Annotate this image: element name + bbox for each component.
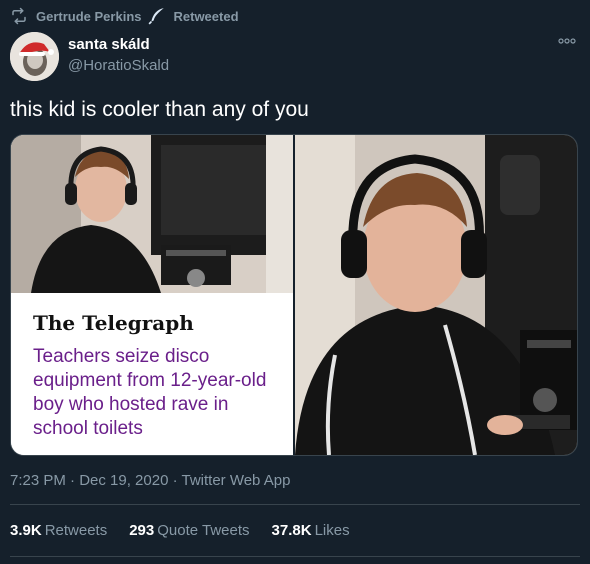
avatar[interactable] (10, 32, 59, 81)
tweet-text: this kid is cooler than any of you (10, 98, 309, 121)
media-image-right[interactable] (295, 135, 577, 455)
likes-count: 37.8K (271, 522, 312, 539)
divider (10, 556, 580, 557)
divider (10, 504, 580, 505)
retweets-count: 3.9K (10, 522, 42, 539)
media-image-left[interactable]: The Telegraph Teachers seize disco equip… (11, 135, 293, 455)
engagement-stats: 3.9K Retweets 293 Quote Tweets 37.8K Likes (10, 522, 372, 539)
tweet-media[interactable]: The Telegraph Teachers seize disco equip… (10, 134, 578, 456)
telegraph-caption: The Telegraph Teachers seize disco equip… (11, 293, 293, 455)
news-headline: Teachers seize disco equipment from 12-y… (33, 346, 267, 439)
author-display-name[interactable]: santa skáld (68, 36, 169, 53)
quote-tweets-stat[interactable]: 293 Quote Tweets (129, 522, 249, 539)
retweeted-label: Retweeted (173, 8, 239, 24)
quotes-label: Quote Tweets (157, 522, 250, 539)
boy-dj-photo (11, 135, 293, 293)
author-block: santa skáld @HoratioSkald (68, 36, 169, 74)
retweets-stat[interactable]: 3.9K Retweets (10, 522, 107, 539)
tweet-timestamp[interactable]: 7:23 PM · Dec 19, 2020 · Twitter Web App (10, 472, 290, 489)
more-options-icon[interactable] (558, 36, 576, 46)
retweets-label: Retweets (44, 522, 108, 539)
author-handle[interactable]: @HoratioSkald (68, 57, 169, 74)
telegraph-masthead: The Telegraph (33, 311, 194, 335)
retweet-header: Gertrude Perkins Retweeted (10, 6, 239, 26)
likes-stat[interactable]: 37.8K Likes (272, 522, 350, 539)
likes-label: Likes (314, 522, 350, 539)
quotes-count: 293 (129, 522, 155, 539)
retweeter-name[interactable]: Gertrude Perkins (36, 9, 142, 24)
retweet-icon (12, 7, 26, 25)
boy-closeup-photo (295, 135, 577, 455)
feather-icon (148, 8, 164, 25)
